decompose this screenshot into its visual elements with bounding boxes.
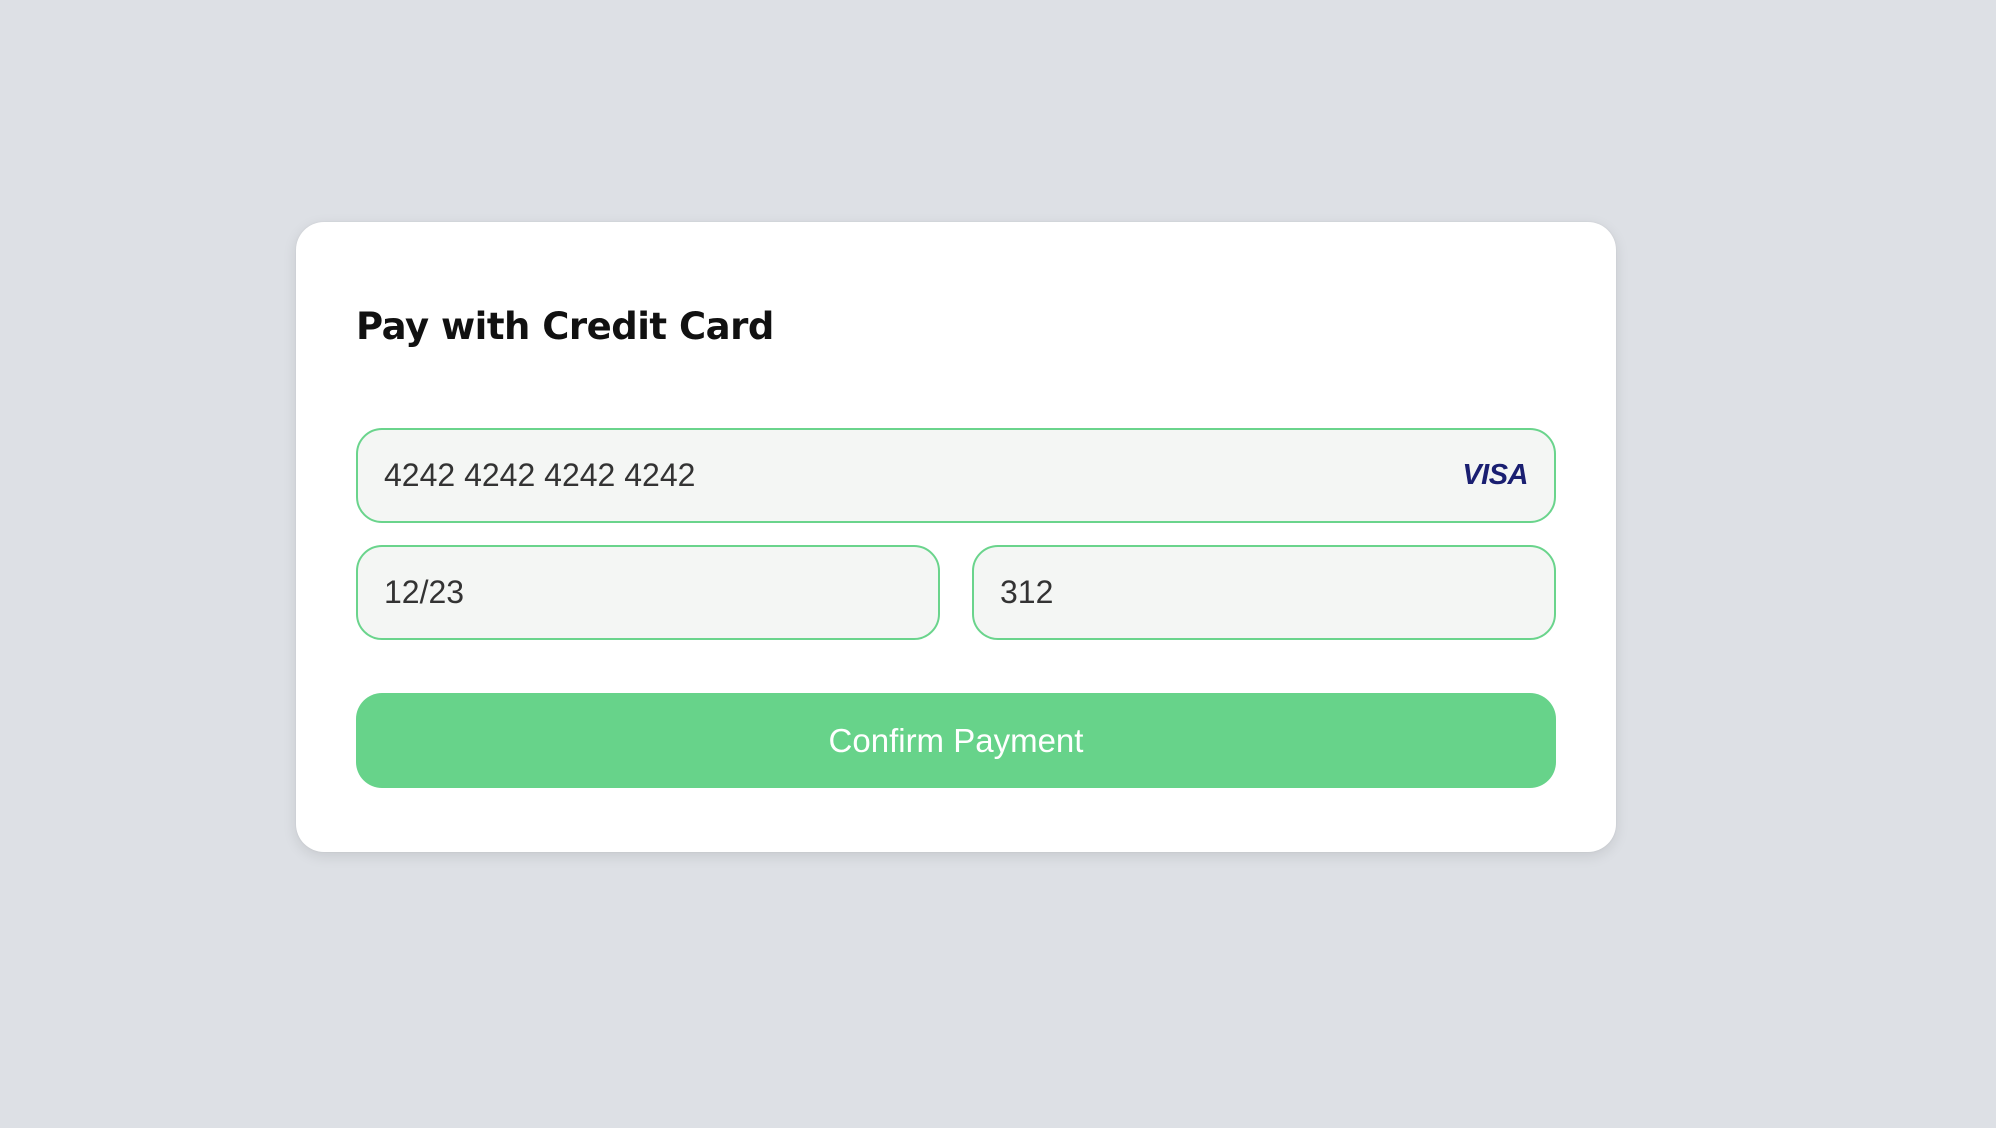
payment-card: Pay with Credit Card VISA Confirm Paymen… [296,222,1616,852]
expiry-field[interactable] [356,545,940,640]
expiry-input[interactable] [384,547,912,638]
visa-logo-icon: VISA [1462,459,1528,491]
card-number-input[interactable] [384,430,1463,521]
page-title: Pay with Credit Card [356,305,774,348]
confirm-payment-button[interactable]: Confirm Payment [356,693,1556,788]
cvc-input[interactable] [1000,547,1528,638]
cvc-field[interactable] [972,545,1556,640]
card-number-field[interactable]: VISA [356,428,1556,523]
